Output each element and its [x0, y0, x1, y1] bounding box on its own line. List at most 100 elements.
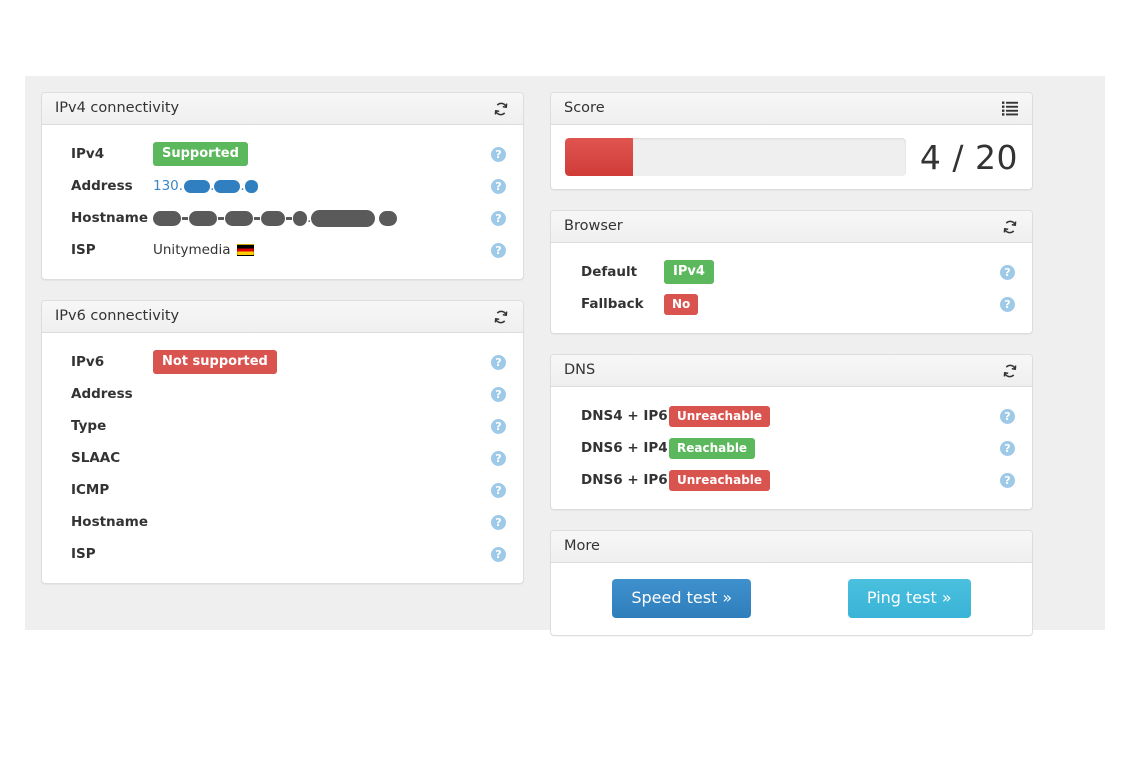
panel-score-body: 4 / 20	[551, 125, 1032, 189]
row-hostname: Hostname . ?	[55, 202, 510, 234]
panel-columns: IPv4 connectivity IPv4 Supported ? Addre…	[41, 92, 1089, 656]
panel-browser-body: Default IPv4 ? Fallback No ?	[551, 243, 1032, 333]
row-default: Default IPv4 ?	[564, 256, 1019, 288]
app-container: IPv4 connectivity IPv4 Supported ? Addre…	[25, 76, 1105, 636]
row-help: ?	[491, 354, 510, 370]
row-help: ?	[1000, 408, 1019, 424]
help-icon[interactable]: ?	[491, 178, 506, 194]
row-value: IPv4	[664, 260, 1000, 284]
list-icon[interactable]	[1000, 99, 1019, 118]
row-ipv6: IPv6 Not supported ?	[55, 346, 510, 378]
redaction-blob	[261, 210, 285, 226]
help-icon[interactable]: ?	[491, 210, 506, 226]
row-help: ?	[491, 210, 510, 226]
address-prefix: 130.	[153, 178, 184, 194]
panel-dns: DNS DNS4 + IP6 Unreachable ? DNS6 + IP4 …	[550, 354, 1033, 510]
redaction-blob	[311, 209, 376, 227]
status-badge: Unreachable	[669, 469, 771, 491]
row-label: DNS4 + IP6	[581, 408, 668, 424]
help-icon[interactable]: ?	[491, 482, 506, 498]
row-fallback: Fallback No ?	[564, 288, 1019, 320]
panel-score: Score 4 / 20	[550, 92, 1033, 190]
panel-ipv4-header: IPv4 connectivity	[42, 93, 523, 125]
row-value: Unreachable	[669, 469, 1000, 491]
panel-more-header: More	[551, 531, 1032, 563]
row-label: SLAAC	[71, 450, 121, 466]
row-value: 130...	[153, 178, 491, 194]
panel-ipv6-header: IPv6 connectivity	[42, 301, 523, 333]
redaction-dash	[254, 216, 260, 220]
help-icon[interactable]: ?	[491, 242, 506, 258]
redaction-dash	[286, 216, 292, 220]
status-badge: IPv4	[664, 260, 714, 284]
refresh-icon[interactable]	[1000, 217, 1019, 236]
row-help: ?	[1000, 296, 1019, 312]
status-badge: Supported	[153, 142, 248, 166]
row-label: Hostname	[71, 514, 149, 530]
row-help: ?	[491, 546, 510, 562]
panel-more-title: More	[564, 538, 600, 555]
row-dns4-ip6: DNS4 + IP6 Unreachable ?	[564, 400, 1019, 432]
row-dns6-ip4: DNS6 + IP4 Reachable ?	[564, 432, 1019, 464]
panel-ipv4-connectivity: IPv4 connectivity IPv4 Supported ? Addre…	[41, 92, 524, 280]
redaction-blob	[153, 210, 181, 226]
row-address: Address ?	[55, 378, 510, 410]
help-icon[interactable]: ?	[1000, 408, 1015, 424]
row-dns6-ip6: DNS6 + IP6 Unreachable ?	[564, 464, 1019, 496]
redaction-dash	[218, 216, 224, 220]
row-value: Unitymedia	[153, 242, 491, 258]
row-label: IPv4	[71, 146, 105, 162]
status-badge: No	[664, 293, 699, 315]
row-help: ?	[491, 242, 510, 258]
help-icon[interactable]: ?	[491, 450, 506, 466]
row-help: ?	[491, 418, 510, 434]
row-label: Default	[581, 264, 638, 280]
help-icon[interactable]: ?	[491, 546, 506, 562]
row-hostname: Hostname ?	[55, 506, 510, 538]
ping-test-button[interactable]: Ping test »	[847, 579, 971, 618]
row-address: Address 130... ?	[55, 170, 510, 202]
redaction-blob	[214, 179, 241, 193]
score-progress-bar	[565, 138, 634, 176]
row-type: Type ?	[55, 410, 510, 442]
panel-dns-header: DNS	[551, 355, 1032, 387]
row-label: ISP	[71, 242, 96, 258]
panel-dns-body: DNS4 + IP6 Unreachable ? DNS6 + IP4 Reac…	[551, 387, 1032, 509]
speed-test-button[interactable]: Speed test »	[612, 579, 752, 618]
row-help: ?	[1000, 264, 1019, 280]
left-column: IPv4 connectivity IPv4 Supported ? Addre…	[41, 92, 524, 656]
help-icon[interactable]: ?	[491, 386, 506, 402]
help-icon[interactable]: ?	[1000, 472, 1015, 488]
row-value: .	[153, 209, 491, 227]
help-icon[interactable]: ?	[1000, 264, 1015, 280]
refresh-icon[interactable]	[491, 99, 510, 118]
row-help: ?	[491, 514, 510, 530]
redaction-blob	[225, 210, 253, 226]
help-icon[interactable]: ?	[491, 514, 506, 530]
redaction-blob	[293, 210, 307, 226]
row-label: DNS6 + IP6	[581, 472, 668, 488]
panel-ipv4-title: IPv4 connectivity	[55, 100, 180, 117]
help-icon[interactable]: ?	[491, 354, 506, 370]
redaction-blob	[244, 179, 258, 193]
row-help: ?	[1000, 472, 1019, 488]
panel-ipv6-title: IPv6 connectivity	[55, 308, 180, 325]
row-value: Supported	[153, 142, 491, 166]
row-value: Unreachable	[669, 405, 1000, 427]
row-help: ?	[491, 386, 510, 402]
panel-browser-title: Browser	[564, 218, 623, 235]
help-icon[interactable]: ?	[491, 418, 506, 434]
refresh-icon[interactable]	[491, 307, 510, 326]
refresh-icon[interactable]	[1000, 361, 1019, 380]
panel-ipv4-body: IPv4 Supported ? Address 130... ? Hostna…	[42, 125, 523, 279]
redaction-dash	[182, 216, 188, 220]
row-help: ?	[1000, 440, 1019, 456]
help-icon[interactable]: ?	[491, 146, 506, 162]
help-icon[interactable]: ?	[1000, 296, 1015, 312]
row-label: Address	[71, 178, 133, 194]
row-label: Hostname	[71, 210, 149, 226]
row-isp: ISP Unitymedia ?	[55, 234, 510, 266]
row-value: Reachable	[669, 437, 1000, 459]
row-label: DNS6 + IP4	[581, 440, 668, 456]
help-icon[interactable]: ?	[1000, 440, 1015, 456]
